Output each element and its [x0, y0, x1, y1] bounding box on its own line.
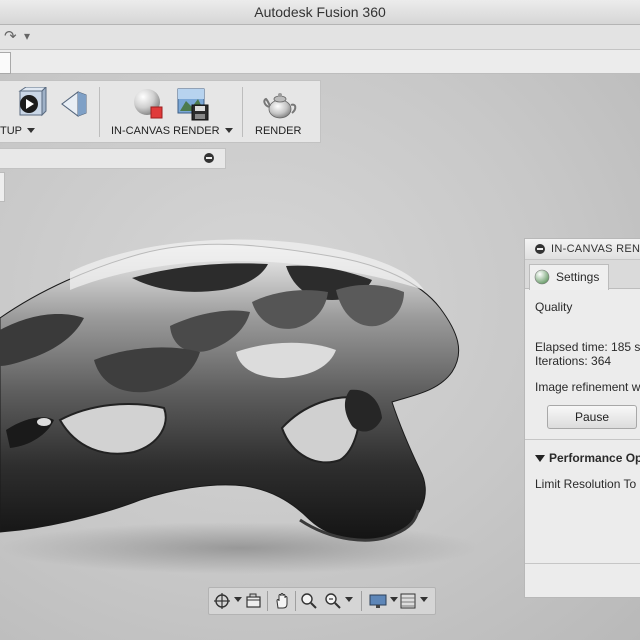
in-canvas-render-panel: IN-CANVAS RENDER Settings Quality Elapse… — [524, 238, 640, 598]
in-canvas-render-dropdown-icon[interactable] — [224, 128, 233, 133]
ribbon-separator — [99, 87, 100, 137]
nav-separator — [361, 591, 362, 611]
zoom-window-icon[interactable] — [324, 592, 342, 610]
window-title-bar: Autodesk Fusion 360 — [0, 0, 640, 25]
render-panel-header[interactable]: IN-CANVAS RENDER — [525, 239, 640, 260]
settings-sphere-icon — [534, 269, 550, 285]
ribbon-toolbar: TUP IN-CANVAS RENDER RENDER — [0, 80, 321, 143]
render-panel-tabs: Settings — [525, 260, 640, 290]
look-at-icon[interactable] — [245, 592, 263, 610]
performance-options-header[interactable]: Performance Op — [549, 451, 640, 465]
iterations-text: Iterations: 364 — [535, 354, 612, 368]
navigation-bar — [208, 587, 436, 615]
browser-panel-header — [0, 148, 226, 169]
quick-access-toolbar: ↷ ▾ — [0, 25, 640, 50]
render-menu-label[interactable]: RENDER — [255, 125, 301, 137]
in-canvas-render-sphere-icon[interactable] — [132, 87, 166, 121]
pause-button[interactable]: Pause — [547, 405, 637, 429]
display-settings-dropdown-icon[interactable] — [390, 597, 398, 602]
nav-separator — [295, 591, 296, 611]
setup-dropdown-icon[interactable] — [26, 128, 35, 133]
panel-footer-divider — [525, 563, 640, 564]
zoom-dropdown-icon[interactable] — [345, 597, 353, 602]
render-teapot-icon[interactable] — [262, 87, 298, 121]
nav-separator — [267, 591, 268, 611]
zoom-icon[interactable] — [300, 592, 318, 610]
document-tab[interactable] — [0, 52, 11, 74]
redo-icon[interactable]: ↷ — [4, 27, 17, 45]
grid-icon[interactable] — [399, 592, 417, 610]
scene-cube-icon[interactable] — [12, 85, 48, 121]
in-canvas-render-menu-label[interactable]: IN-CANVAS RENDER — [111, 125, 233, 137]
pan-hand-icon[interactable] — [273, 592, 291, 610]
tab-settings-label: Settings — [556, 270, 600, 284]
redo-dropdown-icon[interactable]: ▾ — [24, 29, 30, 43]
elapsed-time-text: Elapsed time: 185 s — [535, 340, 640, 354]
orbit-dropdown-icon[interactable] — [234, 597, 242, 602]
render-save-icon[interactable] — [176, 87, 210, 121]
appearance-diamond-icon[interactable] — [58, 89, 88, 119]
setup-menu-label[interactable]: TUP — [0, 125, 35, 137]
quality-label: Quality — [535, 300, 573, 314]
limit-resolution-label: Limit Resolution To — [535, 477, 637, 491]
collapse-panel-icon[interactable] — [204, 153, 214, 163]
section-divider — [525, 439, 640, 440]
section-expand-icon[interactable] — [535, 455, 545, 462]
browser-side-tab[interactable] — [0, 172, 5, 202]
grid-dropdown-icon[interactable] — [420, 597, 428, 602]
tab-settings[interactable]: Settings — [529, 264, 609, 290]
image-refinement-text: Image refinement w — [535, 380, 640, 394]
document-tab-row — [0, 50, 640, 74]
collapse-panel-icon[interactable] — [535, 244, 545, 254]
display-settings-icon[interactable] — [369, 592, 387, 610]
render-panel-title: IN-CANVAS RENDER — [551, 243, 640, 255]
ribbon-separator — [242, 87, 243, 137]
window-title: Autodesk Fusion 360 — [254, 4, 386, 20]
orbit-icon[interactable] — [213, 592, 231, 610]
